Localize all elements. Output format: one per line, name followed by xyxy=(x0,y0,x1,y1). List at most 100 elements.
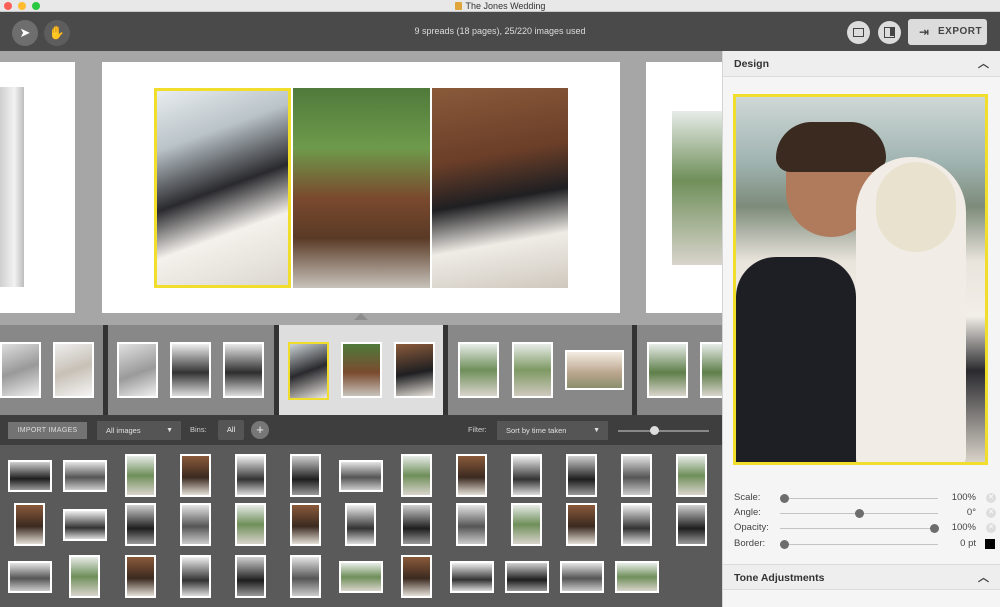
strip-thumb[interactable] xyxy=(223,342,264,398)
strip-spread[interactable] xyxy=(637,325,722,415)
design-section-header[interactable]: Design ︿ xyxy=(723,51,1000,77)
chevron-up-icon[interactable]: ︿ xyxy=(978,51,989,77)
library-thumb[interactable] xyxy=(450,561,494,593)
spread-strip[interactable] xyxy=(0,325,722,415)
library-thumb[interactable] xyxy=(14,503,45,546)
library-thumb[interactable] xyxy=(125,555,156,598)
library-thumb[interactable] xyxy=(125,454,156,497)
panel-toggle-button[interactable] xyxy=(878,21,901,44)
thumbnail-size-knob[interactable] xyxy=(650,426,660,435)
library-thumb[interactable] xyxy=(180,503,211,546)
strip-thumb[interactable] xyxy=(117,342,158,398)
strip-thumb[interactable] xyxy=(458,342,499,398)
next-spread[interactable] xyxy=(646,62,722,313)
filter-label: Filter: xyxy=(468,425,487,434)
library-thumb[interactable] xyxy=(505,561,549,593)
library-thumb-image xyxy=(403,505,430,544)
library-thumb[interactable] xyxy=(401,503,432,546)
reset-scale-icon[interactable]: ✕ xyxy=(986,493,996,503)
library-thumb[interactable] xyxy=(456,503,487,546)
library-thumb[interactable] xyxy=(180,555,211,598)
library-thumb-image xyxy=(623,456,650,495)
border-color-swatch[interactable] xyxy=(985,539,995,549)
strip-spread-active[interactable] xyxy=(279,325,443,415)
border-slider[interactable] xyxy=(780,544,938,545)
strip-thumb[interactable] xyxy=(512,342,553,398)
image-library[interactable] xyxy=(0,445,722,607)
images-dropdown[interactable]: All images ▼ xyxy=(97,421,181,440)
spread-photo-selected[interactable] xyxy=(154,88,291,288)
strip-thumb[interactable] xyxy=(341,342,382,398)
chevron-up-icon[interactable]: ︿ xyxy=(978,565,989,591)
strip-thumb[interactable] xyxy=(394,342,435,398)
library-thumb[interactable] xyxy=(290,454,321,497)
strip-spread[interactable] xyxy=(448,325,632,415)
export-label: EXPORT xyxy=(938,26,983,37)
library-thumb[interactable] xyxy=(566,503,597,546)
angle-knob[interactable] xyxy=(855,509,864,518)
library-thumb[interactable] xyxy=(125,503,156,546)
strip-spread[interactable] xyxy=(0,325,103,415)
spread-canvas[interactable] xyxy=(0,51,722,325)
strip-thumb[interactable] xyxy=(565,350,624,390)
previous-spread[interactable] xyxy=(0,62,75,313)
library-thumb[interactable] xyxy=(235,454,266,497)
library-thumb[interactable] xyxy=(401,454,432,497)
library-thumb[interactable] xyxy=(339,460,383,492)
strip-thumb[interactable] xyxy=(0,342,41,398)
scale-slider[interactable] xyxy=(780,498,938,499)
thumbnail-size-slider[interactable] xyxy=(618,430,709,432)
strip-thumb-selected[interactable] xyxy=(288,342,329,400)
library-thumb[interactable] xyxy=(339,561,383,593)
library-thumb[interactable] xyxy=(345,503,376,546)
library-thumb[interactable] xyxy=(63,460,107,492)
scale-value: 100% xyxy=(951,492,976,503)
library-thumb[interactable] xyxy=(560,561,604,593)
import-images-button[interactable]: IMPORT IMAGES xyxy=(8,422,87,439)
library-thumb-image xyxy=(341,563,381,591)
opacity-slider[interactable] xyxy=(780,528,938,529)
current-spread[interactable] xyxy=(102,62,620,313)
spread-photo[interactable] xyxy=(0,87,24,287)
library-thumb[interactable] xyxy=(235,503,266,546)
library-thumb-image xyxy=(182,557,209,596)
library-thumb[interactable] xyxy=(290,555,321,598)
strip-thumb[interactable] xyxy=(700,342,722,398)
spread-photo[interactable] xyxy=(432,88,568,288)
tone-section-header[interactable]: Tone Adjustments ︿ xyxy=(723,564,1000,590)
border-knob[interactable] xyxy=(780,540,789,549)
add-bin-button[interactable]: + xyxy=(251,421,269,439)
strip-thumb[interactable] xyxy=(170,342,211,398)
reset-angle-icon[interactable]: ✕ xyxy=(986,508,996,518)
library-thumb[interactable] xyxy=(621,503,652,546)
library-thumb[interactable] xyxy=(615,561,659,593)
library-thumb[interactable] xyxy=(511,503,542,546)
library-thumb[interactable] xyxy=(401,555,432,598)
reset-opacity-icon[interactable]: ✕ xyxy=(986,523,996,533)
library-thumb[interactable] xyxy=(511,454,542,497)
export-button[interactable]: ⇥ EXPORT xyxy=(908,19,987,45)
selected-image-preview[interactable] xyxy=(733,94,988,465)
spread-photo[interactable] xyxy=(293,88,430,288)
library-thumb[interactable] xyxy=(63,509,107,541)
strip-thumb[interactable] xyxy=(53,342,94,398)
scale-knob[interactable] xyxy=(780,494,789,503)
library-thumb[interactable] xyxy=(456,454,487,497)
strip-spread[interactable] xyxy=(108,325,274,415)
library-thumb[interactable] xyxy=(235,555,266,598)
library-thumb[interactable] xyxy=(290,503,321,546)
library-thumb[interactable] xyxy=(8,460,52,492)
library-thumb[interactable] xyxy=(180,454,211,497)
bin-all-tab[interactable]: All xyxy=(218,420,244,440)
sort-dropdown[interactable]: Sort by time taken ▼ xyxy=(497,421,608,440)
library-thumb[interactable] xyxy=(676,503,707,546)
library-thumb[interactable] xyxy=(676,454,707,497)
library-thumb[interactable] xyxy=(621,454,652,497)
spread-photo[interactable] xyxy=(672,111,722,265)
strip-thumb[interactable] xyxy=(647,342,688,398)
library-thumb[interactable] xyxy=(8,561,52,593)
export-icon: ⇥ xyxy=(919,25,930,39)
library-thumb[interactable] xyxy=(566,454,597,497)
library-thumb[interactable] xyxy=(69,555,100,598)
monitor-view-button[interactable] xyxy=(847,21,870,44)
